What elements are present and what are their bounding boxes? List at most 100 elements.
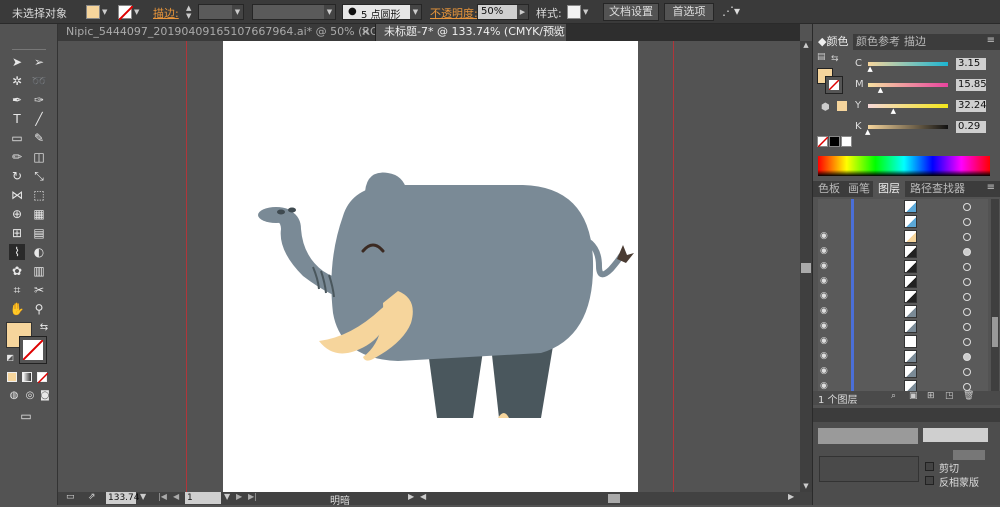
delete-layer-icon[interactable]: 🗑 <box>963 391 974 401</box>
gradient-mode-icon[interactable] <box>22 372 32 382</box>
panel-menu-icon[interactable]: ≡ <box>987 182 995 193</box>
slider-handle[interactable]: ▲ <box>865 128 870 136</box>
mesh-icon[interactable]: ⊞ <box>9 225 25 241</box>
rotate-icon[interactable]: ↻ <box>9 168 25 184</box>
line-icon[interactable]: ╱ <box>31 111 47 127</box>
visibility-eye-icon[interactable]: ◉ <box>820 231 832 242</box>
target-circle-icon[interactable] <box>963 278 971 286</box>
page-dropdown-icon[interactable]: ▼ <box>224 492 230 501</box>
document-setup-button[interactable]: 文档设置 <box>603 3 659 21</box>
target-circle-icon[interactable] <box>963 338 971 346</box>
elephant-illustration[interactable] <box>223 41 638 492</box>
layer-row[interactable]: ◉ <box>818 334 988 350</box>
export-icon[interactable]: ⇗ <box>88 492 96 502</box>
screen-mode-icon[interactable]: ▭ <box>18 408 34 424</box>
visibility-eye-icon[interactable]: ◉ <box>820 336 832 347</box>
status-menu-icon[interactable]: ▶ <box>408 492 414 501</box>
target-circle-icon[interactable] <box>963 218 971 226</box>
gamut-swatch[interactable] <box>837 101 847 111</box>
channel-value-k[interactable]: 0.29 <box>956 121 986 133</box>
opacity-input[interactable]: 50% ▶ <box>477 4 529 20</box>
variable-width-dropdown[interactable]: ▼ <box>252 4 336 20</box>
pen-icon[interactable]: ✒ <box>9 92 25 108</box>
stroke-weight-stepper[interactable]: ▲ ▼ <box>186 4 196 20</box>
curvature-icon[interactable]: ✑ <box>31 92 47 108</box>
layer-row[interactable]: ◉ <box>818 364 988 380</box>
target-circle-icon[interactable] <box>963 308 971 316</box>
layers-scroll-thumb[interactable] <box>992 317 998 347</box>
slider-handle[interactable]: ▲ <box>878 86 883 94</box>
scroll-right-icon[interactable]: ▶ <box>788 492 794 501</box>
channel-value-m[interactable]: 15.85 <box>956 79 987 91</box>
layer-row[interactable]: ◉ <box>818 304 988 320</box>
target-circle-icon[interactable] <box>963 203 971 211</box>
channel-slider-y[interactable] <box>868 104 948 108</box>
swap-colors-icon[interactable]: ⇆ <box>36 320 52 336</box>
canvas-vertical-scrollbar[interactable]: ▲ ▼ <box>800 41 812 492</box>
target-circle-icon[interactable] <box>963 323 971 331</box>
page-input[interactable]: 1 <box>185 492 221 504</box>
color-mode-icon[interactable] <box>7 372 17 382</box>
close-tab-icon[interactable]: × <box>552 24 561 40</box>
next-page-icon[interactable]: ▶ <box>236 492 242 501</box>
slider-handle[interactable]: ▲ <box>867 65 872 73</box>
target-circle-icon[interactable] <box>963 368 971 376</box>
hand-icon[interactable]: ✋ <box>9 301 25 317</box>
tab-stroke[interactable]: 描边 <box>899 34 931 50</box>
stroke-swatch[interactable] <box>118 5 134 21</box>
opacity-mask-thumbnail[interactable] <box>819 456 919 482</box>
target-circle-icon[interactable] <box>963 293 971 301</box>
paintbrush-icon[interactable]: ✎ <box>31 130 47 146</box>
visibility-eye-icon[interactable]: ◉ <box>820 276 832 287</box>
close-tab-icon[interactable]: × <box>361 24 370 40</box>
layer-row[interactable]: ◉ <box>818 244 988 260</box>
column-graph-icon[interactable]: ▥ <box>31 263 47 279</box>
none-color-icon[interactable] <box>817 136 828 147</box>
layer-row[interactable]: ◉ <box>818 349 988 365</box>
tab-swatches[interactable]: 色板 <box>813 181 845 197</box>
swap-colors-icon[interactable]: ⇆ <box>831 54 839 64</box>
type-icon[interactable]: T <box>9 111 25 127</box>
style-swatch[interactable] <box>567 5 581 19</box>
locate-object-icon[interactable]: ⌕ <box>891 391 896 401</box>
layer-row[interactable]: ◉ <box>818 289 988 305</box>
fill-dropdown[interactable]: ▼ <box>102 4 114 20</box>
selection-icon[interactable]: ➤ <box>9 54 25 70</box>
direct-selection-icon[interactable]: ➢ <box>31 54 47 70</box>
layer-row[interactable] <box>818 214 988 230</box>
tab-color-guide[interactable]: 颜色参考 <box>851 34 905 50</box>
default-colors-icon[interactable]: ◩ <box>2 350 18 366</box>
channel-value-y[interactable]: 32.24 <box>956 100 987 112</box>
artboard[interactable] <box>223 41 638 492</box>
tab-color[interactable]: ◆颜色 <box>813 34 854 50</box>
target-circle-icon[interactable] <box>963 263 971 271</box>
eraser-icon[interactable]: ◫ <box>31 149 47 165</box>
layer-row[interactable] <box>818 199 988 215</box>
visibility-eye-icon[interactable]: ◉ <box>820 291 832 302</box>
pencil-icon[interactable]: ✏ <box>9 149 25 165</box>
draw-behind-icon[interactable]: ◎ <box>22 388 38 404</box>
style-dropdown[interactable]: ▼ <box>583 4 593 20</box>
none-mode-icon[interactable] <box>37 372 48 383</box>
zoom-icon[interactable]: ⚲ <box>31 301 47 317</box>
visibility-eye-icon[interactable]: ◉ <box>820 306 832 317</box>
slider-handle[interactable]: ▲ <box>891 107 896 115</box>
horizontal-scroll-thumb[interactable] <box>608 494 620 503</box>
target-circle-icon[interactable] <box>963 248 971 256</box>
visibility-eye-icon[interactable]: ◉ <box>820 246 832 257</box>
gradient-icon[interactable]: ▤ <box>31 225 47 241</box>
channel-slider-k[interactable] <box>868 125 948 129</box>
free-transform-icon[interactable]: ⬚ <box>31 187 47 203</box>
vertical-scroll-thumb[interactable] <box>801 263 811 273</box>
symbol-sprayer-icon[interactable]: ✿ <box>9 263 25 279</box>
tab-layers[interactable]: 图层 <box>873 181 905 197</box>
opacity-label[interactable]: 不透明度: <box>430 5 478 21</box>
rectangle-icon[interactable]: ▭ <box>9 130 25 146</box>
canvas-area[interactable] <box>58 41 800 492</box>
brush-dropdown[interactable]: ● 5 点圆形 ▼ <box>342 4 422 21</box>
artboard-icon[interactable]: ⌗ <box>9 282 25 298</box>
new-layer-icon[interactable]: ◳ <box>945 391 954 401</box>
target-circle-icon[interactable] <box>963 353 971 361</box>
zoom-input[interactable]: 133.74 <box>106 492 140 504</box>
stroke-color-preview[interactable] <box>825 76 843 94</box>
